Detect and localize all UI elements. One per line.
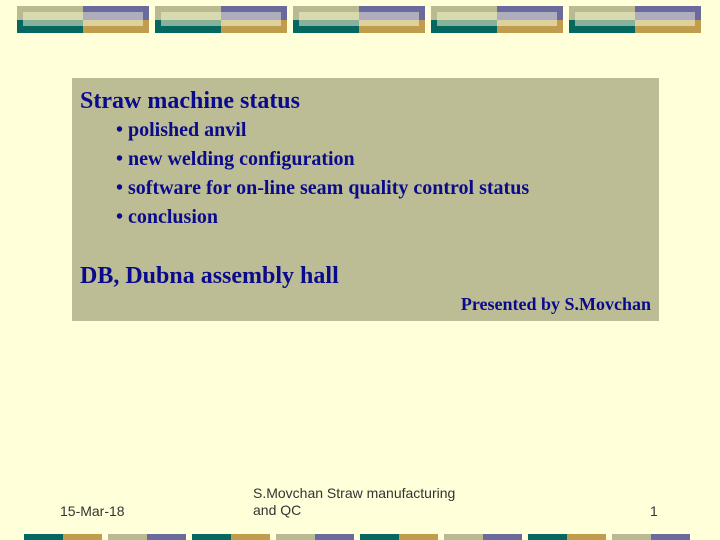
decor-block [17,6,149,33]
decor-pair [24,534,102,540]
bottom-decorative-bar [24,534,690,540]
bullet-item: • polished anvil [116,119,247,141]
bullet-item: • new welding configuration [116,148,355,170]
slide-subtitle: DB, Dubna assembly hall [80,263,339,289]
decor-pair [108,534,186,540]
bullet-list: • polished anvil • new welding configura… [116,118,529,234]
decor-pair [444,534,522,540]
footer-date: 15-Mar-18 [60,503,125,519]
top-decorative-bar [17,6,701,33]
footer-title-line1: S.Movchan Straw manufacturing [253,485,456,501]
decor-pair [612,534,690,540]
footer-title: S.Movchan Straw manufacturing and QC [253,485,455,519]
decor-block [569,6,701,33]
decor-block [431,6,563,33]
bullet-item: • conclusion [116,206,219,228]
decor-pair [528,534,606,540]
slide-title: Straw machine status [80,88,300,114]
decor-block [293,6,425,33]
presenter-credit: Presented by S.Movchan [460,294,651,314]
bullet-item: • software for on-line seam quality cont… [116,177,530,199]
decor-pair [276,534,354,540]
decor-pair [192,534,270,540]
page-number: 1 [650,503,658,519]
decor-pair [360,534,438,540]
footer-title-line2: and QC [253,502,302,518]
decor-block [155,6,287,33]
content-panel: Straw machine status • polished anvil • … [72,78,659,321]
